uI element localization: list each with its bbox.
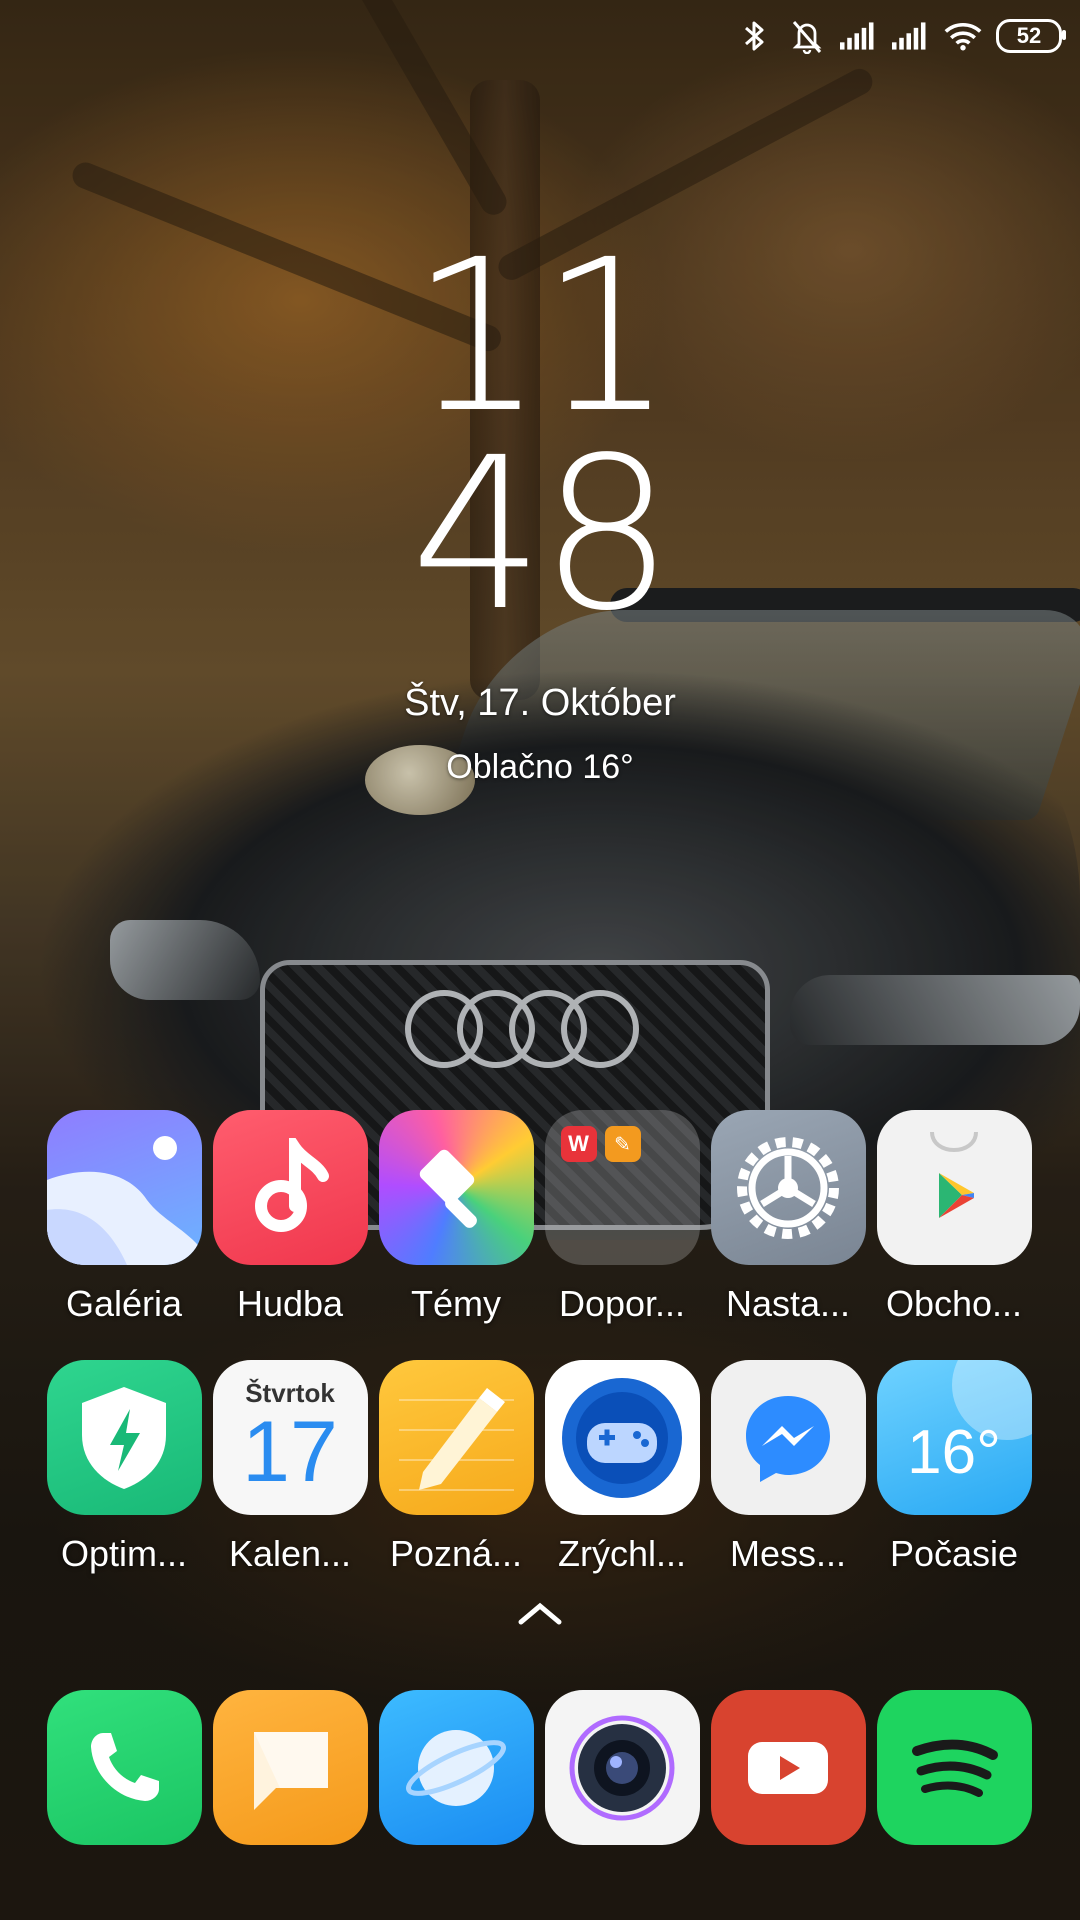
wifi-icon: [944, 17, 982, 55]
signal-2-icon: [892, 17, 930, 55]
app-game-turbo[interactable]: Zrýchl...: [542, 1360, 702, 1575]
dock-camera[interactable]: [542, 1690, 702, 1845]
game-turbo-icon: [544, 1360, 700, 1515]
calendar-icon: Štvrtok 17: [212, 1360, 368, 1515]
app-calendar[interactable]: Štvrtok 17 Kalen...: [210, 1360, 370, 1575]
browser-icon: [378, 1690, 534, 1845]
weather-text: Oblačno 16°: [446, 748, 634, 786]
app-label: Počasie: [889, 1533, 1019, 1574]
dock-spotify[interactable]: [874, 1690, 1034, 1845]
battery-level: 52: [1016, 23, 1042, 48]
app-notes[interactable]: Pozná...: [376, 1360, 536, 1575]
camera-icon: [544, 1690, 700, 1845]
folder-recommended[interactable]: W ✎ Dopor...: [542, 1110, 702, 1325]
signal-1-icon: [840, 17, 878, 55]
battery-icon: 52: [996, 19, 1066, 53]
gallery-icon: [46, 1110, 202, 1265]
app-label: Témy: [411, 1283, 501, 1324]
play-store-icon: [876, 1110, 1032, 1265]
messages-icon: [212, 1690, 368, 1845]
app-label: Zrýchl...: [557, 1533, 686, 1574]
dock-phone[interactable]: [44, 1690, 204, 1845]
spotify-icon: [876, 1690, 1032, 1845]
app-label: Nasta...: [725, 1283, 851, 1324]
youtube-icon: [710, 1690, 866, 1845]
app-music[interactable]: Hudba: [210, 1110, 370, 1325]
phone-icon: [46, 1690, 202, 1845]
app-optimize[interactable]: Optim...: [44, 1360, 204, 1575]
messenger-icon: [710, 1360, 866, 1515]
wps-icon: W: [560, 1126, 597, 1162]
clock-hour: 11: [410, 214, 673, 459]
clock-minute: 48: [410, 412, 673, 657]
status-bar: 52: [736, 14, 1066, 58]
dock-messages[interactable]: [210, 1690, 370, 1845]
folder-icon: W ✎: [544, 1110, 700, 1265]
app-weather[interactable]: 16° Počasie: [874, 1360, 1034, 1575]
app-settings[interactable]: Nasta...: [708, 1110, 868, 1325]
security-icon: [46, 1360, 202, 1515]
music-icon: [212, 1110, 368, 1265]
app-label: Hudba: [236, 1283, 344, 1324]
app-label: Galéria: [65, 1283, 183, 1324]
app-play-store[interactable]: Obcho...: [874, 1110, 1034, 1325]
notes-icon: [378, 1360, 534, 1515]
app-label: Kalen...: [228, 1533, 352, 1574]
app-label: Obcho...: [885, 1283, 1023, 1324]
weather-temp: 16°: [907, 1418, 1001, 1487]
chevron-up-icon[interactable]: [515, 1598, 565, 1628]
silent-bell-icon: [788, 17, 826, 55]
app-label: Optim...: [60, 1533, 188, 1574]
calendar-day-number: 17: [242, 1404, 338, 1500]
app-label: Mess...: [729, 1533, 846, 1574]
dock-youtube[interactable]: [708, 1690, 868, 1845]
app-gallery[interactable]: Galéria: [44, 1110, 204, 1325]
app-label: Dopor...: [558, 1283, 686, 1324]
weather-icon: 16°: [876, 1360, 1032, 1515]
themes-icon: [378, 1110, 534, 1265]
brush-icon: ✎: [604, 1126, 641, 1162]
dock-browser[interactable]: [376, 1690, 536, 1845]
bluetooth-icon: [736, 17, 774, 55]
date-text: Štv, 17. Október: [404, 682, 676, 724]
settings-icon: [710, 1110, 866, 1265]
app-label: Pozná...: [389, 1533, 523, 1574]
app-messenger[interactable]: Mess...: [708, 1360, 868, 1575]
app-themes[interactable]: Témy: [376, 1110, 536, 1325]
